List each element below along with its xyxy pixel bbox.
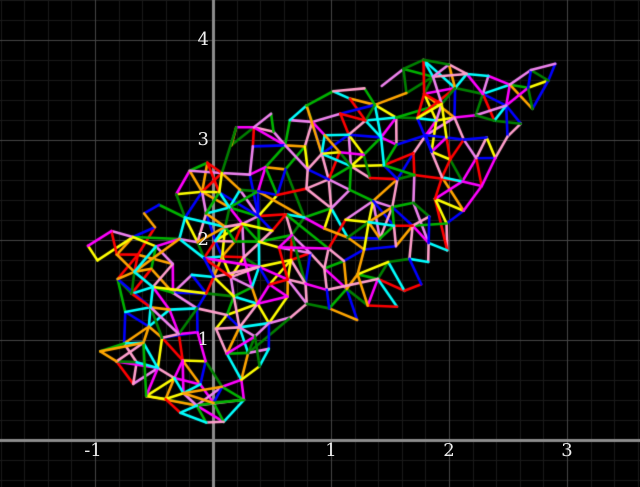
mesh-plot-canvas	[0, 0, 640, 487]
plot-area: -1 1 2 3 1 2 3 4	[0, 0, 640, 487]
